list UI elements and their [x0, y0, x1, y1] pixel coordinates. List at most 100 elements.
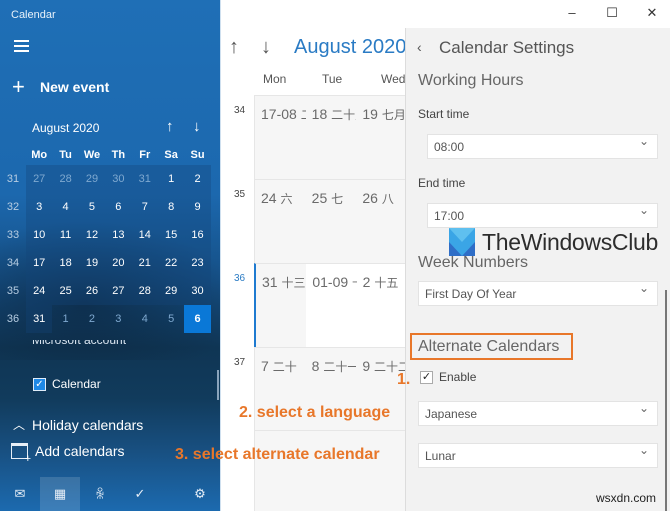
lunar-date: 七月 — [381, 108, 406, 122]
back-chevron-icon[interactable]: ‹ — [417, 39, 422, 55]
mini-day[interactable]: 16 — [184, 221, 211, 249]
mini-day-today[interactable]: 6 — [184, 305, 211, 333]
plus-icon: + — [12, 74, 25, 99]
mini-week-number: 31 — [6, 173, 20, 185]
alternate-calendar-type-select[interactable]: Lunar — [418, 443, 658, 468]
calendar-visibility-checkbox[interactable]: ✓ Calendar — [33, 377, 101, 391]
mini-day[interactable]: 27 — [26, 165, 53, 193]
mini-day[interactable]: 12 — [78, 221, 106, 249]
day-date: 8 — [311, 358, 320, 374]
people-nav-button[interactable]: ꆜ — [80, 477, 120, 511]
todo-nav-button[interactable]: ✓ — [120, 477, 160, 511]
day-cell[interactable]: 24 六 — [255, 180, 306, 263]
mini-day[interactable]: 24 — [26, 277, 53, 305]
next-arrow-down-icon[interactable]: ↓ — [261, 36, 271, 59]
minimize-button[interactable]: – — [557, 5, 587, 20]
mini-day[interactable]: 13 — [105, 221, 132, 249]
day-cell[interactable]: 31 十三 — [256, 264, 307, 347]
mini-day[interactable]: 29 — [78, 165, 106, 193]
close-button[interactable]: ✕ — [637, 5, 667, 21]
mail-nav-button[interactable]: ✉ — [0, 477, 40, 511]
sidebar-scrollbar[interactable] — [217, 370, 219, 400]
checkbox-check-icon[interactable]: ✓ — [420, 370, 433, 384]
day-cell[interactable]: 17-08 二十八 — [255, 96, 306, 179]
enable-alternate-checkbox[interactable]: ✓ Enable — [420, 370, 476, 384]
mini-day[interactable]: 18 — [52, 249, 79, 277]
mini-day-header: Tu — [59, 149, 72, 161]
end-time-select[interactable]: 17:00 — [427, 203, 658, 228]
week-numbers-select[interactable]: First Day Of Year — [418, 281, 658, 306]
new-event-button[interactable]: + New event — [12, 74, 109, 99]
day-date: 31 — [262, 274, 278, 290]
mini-next-month-arrow-down-icon[interactable]: ↓ — [193, 118, 201, 135]
mini-day[interactable]: 14 — [131, 221, 158, 249]
mini-day-header: Sa — [164, 149, 178, 161]
checkmark-icon: ✓ — [134, 486, 146, 501]
mini-calendar-month[interactable]: August 2020 — [32, 121, 99, 135]
mini-day[interactable]: 4 — [52, 193, 79, 221]
month-title[interactable]: August 2020 — [294, 36, 406, 59]
prev-arrow-up-icon[interactable]: ↑ — [229, 36, 239, 59]
alternate-calendars-heading: Alternate Calendars — [418, 338, 560, 355]
settings-nav-button[interactable]: ⚙ — [180, 477, 220, 511]
mini-day[interactable]: 5 — [158, 305, 184, 333]
mini-day[interactable]: 26 — [78, 277, 106, 305]
mini-day[interactable]: 28 — [131, 277, 158, 305]
mini-day[interactable]: 6 — [105, 193, 132, 221]
lunar-date: 十五 — [374, 276, 399, 290]
checkbox-check-icon[interactable]: ✓ — [33, 377, 46, 391]
mini-day[interactable]: 2 — [184, 165, 211, 193]
start-time-select[interactable]: 08:00 — [427, 134, 658, 159]
settings-scrollbar[interactable] — [665, 290, 667, 511]
mini-day[interactable]: 30 — [105, 165, 132, 193]
mini-day[interactable]: 27 — [105, 277, 132, 305]
mini-day[interactable]: 10 — [26, 221, 53, 249]
mini-day[interactable]: 22 — [157, 249, 185, 277]
mini-day[interactable]: 4 — [132, 305, 158, 333]
mini-day[interactable]: 8 — [157, 193, 185, 221]
end-time-label: End time — [418, 176, 466, 190]
week-number: 37 — [234, 357, 246, 368]
mini-day[interactable]: 3 — [105, 305, 131, 333]
mini-day[interactable]: 2 — [79, 305, 105, 333]
day-cell[interactable]: 2 十五 — [357, 264, 407, 347]
mini-day[interactable]: 30 — [184, 277, 211, 305]
week-number: 35 — [234, 189, 246, 200]
mini-day[interactable]: 25 — [52, 277, 79, 305]
watermark-text: TheWindowsClub — [482, 228, 659, 255]
day-cell[interactable]: 25 七 — [306, 180, 357, 263]
holiday-calendars-toggle[interactable]: ︿ Holiday calendars — [13, 416, 143, 433]
alternate-language-select[interactable]: Japanese — [418, 401, 658, 426]
add-calendars-button[interactable]: Add calendars — [11, 443, 125, 465]
mini-day[interactable]: 20 — [105, 249, 132, 277]
mini-prev-month-arrow-up-icon[interactable]: ↑ — [166, 118, 174, 135]
mini-day[interactable]: 19 — [78, 249, 106, 277]
maximize-button[interactable]: ☐ — [597, 5, 627, 21]
mini-day[interactable]: 31 — [131, 165, 158, 193]
mini-day[interactable]: 7 — [131, 193, 158, 221]
mini-day[interactable]: 3 — [26, 193, 53, 221]
mini-day-header: Su — [190, 149, 205, 161]
mini-day[interactable]: 23 — [184, 249, 211, 277]
mini-day[interactable]: 28 — [52, 165, 79, 193]
mini-day[interactable]: 1 — [157, 165, 185, 193]
day-cell[interactable]: 01-09 十四 — [306, 264, 356, 347]
mini-day[interactable]: 1 — [52, 305, 78, 333]
mini-day[interactable]: 9 — [184, 193, 211, 221]
mini-day[interactable]: 11 — [52, 221, 79, 249]
day-cell[interactable]: 19 七月 — [356, 96, 407, 179]
annotation-step-1: 1. — [397, 371, 411, 388]
mini-day[interactable]: 21 — [131, 249, 158, 277]
mini-day-header: Fr — [139, 149, 151, 161]
mini-day[interactable]: 15 — [157, 221, 185, 249]
mini-day[interactable]: 5 — [78, 193, 106, 221]
mini-day[interactable]: 17 — [26, 249, 53, 277]
hamburger-menu-icon[interactable] — [14, 40, 29, 52]
mini-week-row: 31 27 28 29 30 31 1 2 — [0, 165, 211, 193]
calendar-nav-button[interactable]: ▦ — [40, 477, 80, 511]
mail-icon: ✉ — [14, 486, 26, 501]
day-cell[interactable]: 26 八 — [356, 180, 407, 263]
day-cell[interactable]: 18 二十九 — [306, 96, 357, 179]
mini-day[interactable]: 29 — [157, 277, 185, 305]
mini-day[interactable]: 31 — [26, 305, 53, 333]
